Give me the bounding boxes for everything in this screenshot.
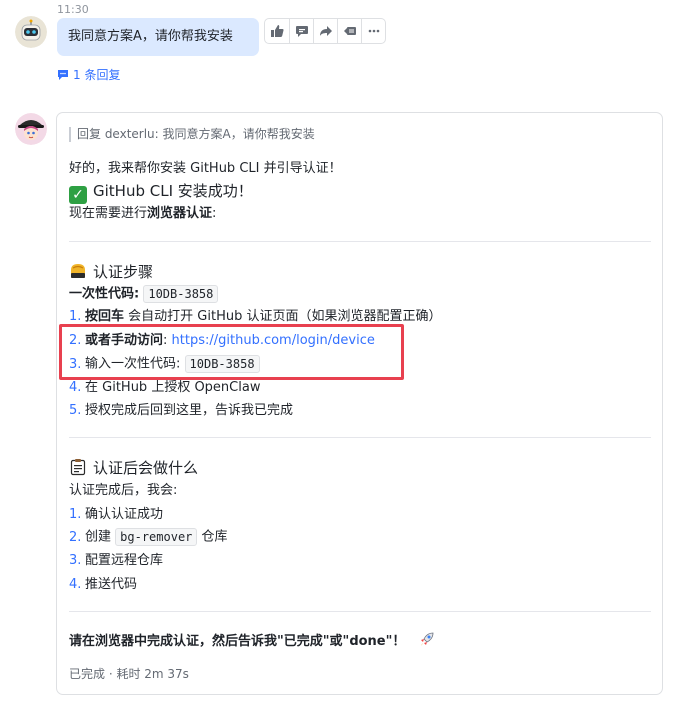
one-time-code: 10DB-3858 bbox=[143, 285, 219, 303]
after-step-item: 4. 推送代码 bbox=[69, 576, 137, 594]
message-action-toolbar bbox=[264, 18, 386, 44]
completion-status: 已完成 · 耗时 2m 37s bbox=[69, 667, 189, 681]
step-number: 2. bbox=[69, 529, 82, 545]
code-label: 一次性代码: bbox=[69, 286, 140, 302]
message-timestamp: 11:30 bbox=[57, 3, 89, 16]
step-bold: 按回车 bbox=[85, 309, 125, 324]
step-text: 仓库 bbox=[197, 529, 228, 545]
after-intro: 认证完成后，我会: bbox=[69, 483, 178, 498]
after-step-item: 2. 创建 bg-remover 仓库 bbox=[69, 528, 228, 547]
after-step-item: 3. 配置远程仓库 bbox=[69, 552, 163, 570]
step-text: 推送代码 bbox=[85, 577, 138, 592]
thumbs-up-icon[interactable] bbox=[265, 19, 289, 43]
after-heading-text: 认证后会做什么 bbox=[93, 459, 199, 477]
need-auth-line: 现在需要进行浏览器认证: bbox=[69, 205, 216, 223]
user-message-bubble[interactable]: 我同意方案A，请你帮我安装 bbox=[57, 18, 259, 56]
steps-heading-text: 认证步骤 bbox=[93, 263, 154, 281]
step-number: 4. bbox=[69, 380, 82, 395]
final-instruction: 请在浏览器中完成认证，然后告诉我"已完成"或"done"！ bbox=[69, 634, 406, 649]
final-line: 请在浏览器中完成认证，然后告诉我"已完成"或"done"！ bbox=[69, 630, 436, 654]
step-text: 配置远程仓库 bbox=[85, 553, 164, 568]
reply-count-label: 1 条回复 bbox=[73, 68, 121, 82]
step-text: 创建 bbox=[85, 529, 116, 545]
step-text: 授权完成后回到这里，告诉我已完成 bbox=[85, 403, 294, 418]
step-number: 3. bbox=[69, 553, 82, 568]
success-text: GitHub CLI 安装成功！ bbox=[93, 182, 253, 200]
steps-heading: 认证步骤 bbox=[69, 262, 153, 281]
reply-quote[interactable]: 回复 dexterlu: 我同意方案A，请你帮我安装 bbox=[69, 127, 315, 142]
forward-icon[interactable] bbox=[313, 19, 337, 43]
more-icon[interactable] bbox=[361, 19, 385, 43]
step-text: 在 GitHub 上授权 OpenClaw bbox=[85, 380, 261, 395]
bot-avatar[interactable] bbox=[15, 113, 47, 145]
reply-thread-icon bbox=[58, 69, 68, 80]
after-heading: 认证后会做什么 bbox=[69, 458, 198, 477]
comment-icon[interactable] bbox=[289, 19, 313, 43]
step-number: 5. bbox=[69, 403, 82, 418]
step-item: 5. 授权完成后回到这里，告诉我已完成 bbox=[69, 402, 293, 420]
repo-name-code: bg-remover bbox=[115, 528, 198, 546]
step-number: 4. bbox=[69, 577, 82, 592]
divider bbox=[69, 241, 651, 242]
check-mark-icon: ✓ bbox=[69, 186, 87, 204]
need-bold: 浏览器认证 bbox=[147, 206, 213, 221]
reply-icon[interactable] bbox=[337, 19, 361, 43]
step-item: 4. 在 GitHub 上授权 OpenClaw bbox=[69, 379, 260, 397]
step-text: 确认认证成功 bbox=[85, 507, 164, 522]
divider bbox=[69, 611, 651, 612]
intro-text: 好的，我来帮你安装 GitHub CLI 并引导认证！ bbox=[69, 161, 342, 176]
highlight-box bbox=[59, 324, 404, 380]
step-text: 会自动打开 GitHub 认证页面（如果浏览器配置正确） bbox=[124, 309, 442, 324]
need-prefix: 现在需要进行 bbox=[69, 206, 148, 221]
code-line: 一次性代码: 10DB-3858 bbox=[69, 285, 219, 304]
after-step-item: 1. 确认认证成功 bbox=[69, 506, 163, 524]
divider bbox=[69, 437, 651, 438]
thread-reply-link[interactable]: 1 条回复 bbox=[57, 66, 120, 83]
need-suffix: : bbox=[212, 206, 217, 221]
success-line: ✓ GitHub CLI 安装成功！ bbox=[69, 182, 253, 204]
clipboard-icon bbox=[69, 458, 87, 476]
step-number: 1. bbox=[69, 507, 82, 522]
user-avatar[interactable] bbox=[15, 16, 47, 48]
bread-icon bbox=[69, 262, 87, 280]
rocket-icon bbox=[418, 630, 436, 654]
